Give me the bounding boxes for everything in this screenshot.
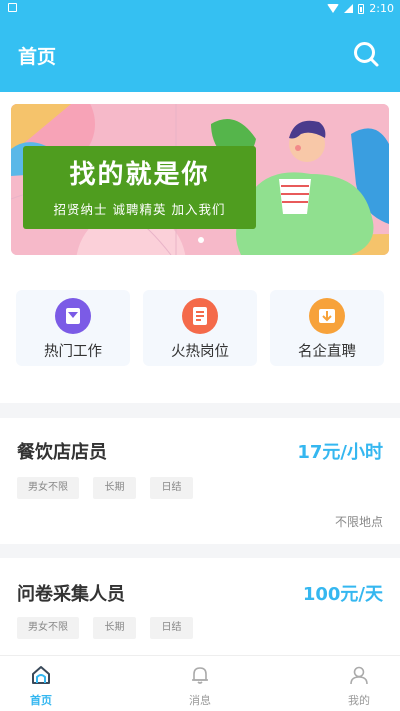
job-title: 餐饮店店员 [17, 442, 107, 463]
famous-company-icon [309, 298, 345, 334]
job-tag: 日结 [150, 477, 193, 499]
status-bar: 2:10 [0, 0, 400, 18]
tab-home[interactable]: 首页 [0, 656, 91, 711]
shortcut-label: 火热岗位 [171, 344, 229, 360]
shortcut-popular-positions[interactable]: 火热岗位 [143, 290, 257, 366]
job-tag: 男女不限 [17, 617, 79, 639]
banner-subline: 招贤纳士 诚聘精英 加入我们 [53, 202, 226, 217]
search-icon [354, 42, 379, 67]
home-icon [32, 666, 50, 684]
shortcut-hot-jobs[interactable]: 热门工作 [16, 290, 130, 366]
tab-messages[interactable]: 消息 [150, 656, 250, 711]
banner-headline: 找的就是你 [69, 160, 210, 190]
battery-icon [358, 3, 365, 14]
page-title: 首页 [18, 46, 57, 68]
tab-profile[interactable]: 我的 [309, 656, 400, 711]
user-icon [350, 666, 368, 685]
tab-label: 消息 [189, 694, 211, 707]
bottom-tab-bar: 首页 消息 我的 [0, 655, 400, 711]
promo-banner[interactable]: 找的就是你 招贤纳士 诚聘精英 加入我们 [11, 104, 389, 255]
banner-headline-box: 找的就是你 招贤纳士 诚聘精英 加入我们 [23, 146, 256, 229]
shortcut-label: 名企直聘 [298, 344, 356, 360]
notification-icon [8, 3, 17, 12]
signal-icon [344, 4, 354, 13]
home-content[interactable]: 找的就是你 招贤纳士 诚聘精英 加入我们 热门工作 火热岗位 名企直聘 餐饮店店… [0, 92, 400, 655]
job-location: 不限地点 [334, 515, 383, 529]
search-button[interactable] [352, 40, 380, 68]
bell-icon [192, 667, 208, 684]
shortcut-grid: 热门工作 火热岗位 名企直聘 [16, 290, 384, 366]
status-time: 2:10 [369, 2, 394, 15]
wifi-icon [327, 4, 340, 13]
job-salary: 100元/天 [302, 584, 383, 605]
job-card[interactable]: 餐饮店店员 17元/小时 男女不限 长期 日结 不限地点 [0, 418, 400, 544]
shortcut-famous-company[interactable]: 名企直聘 [270, 290, 384, 366]
job-tag: 长期 [93, 477, 136, 499]
shortcut-label: 热门工作 [44, 344, 102, 360]
popular-positions-icon [182, 298, 218, 334]
job-title: 问卷采集人员 [17, 584, 125, 605]
job-tag: 男女不限 [17, 477, 79, 499]
job-tag: 日结 [150, 617, 193, 639]
tab-label: 我的 [348, 694, 370, 707]
app-bar: 首页 [0, 18, 400, 92]
tab-label: 首页 [30, 694, 52, 707]
hot-jobs-icon [55, 298, 91, 334]
job-tag: 长期 [93, 617, 136, 639]
job-card[interactable]: 问卷采集人员 100元/天 男女不限 长期 日结 [0, 558, 400, 655]
carousel-indicator[interactable] [198, 237, 204, 243]
job-salary: 17元/小时 [297, 442, 383, 463]
